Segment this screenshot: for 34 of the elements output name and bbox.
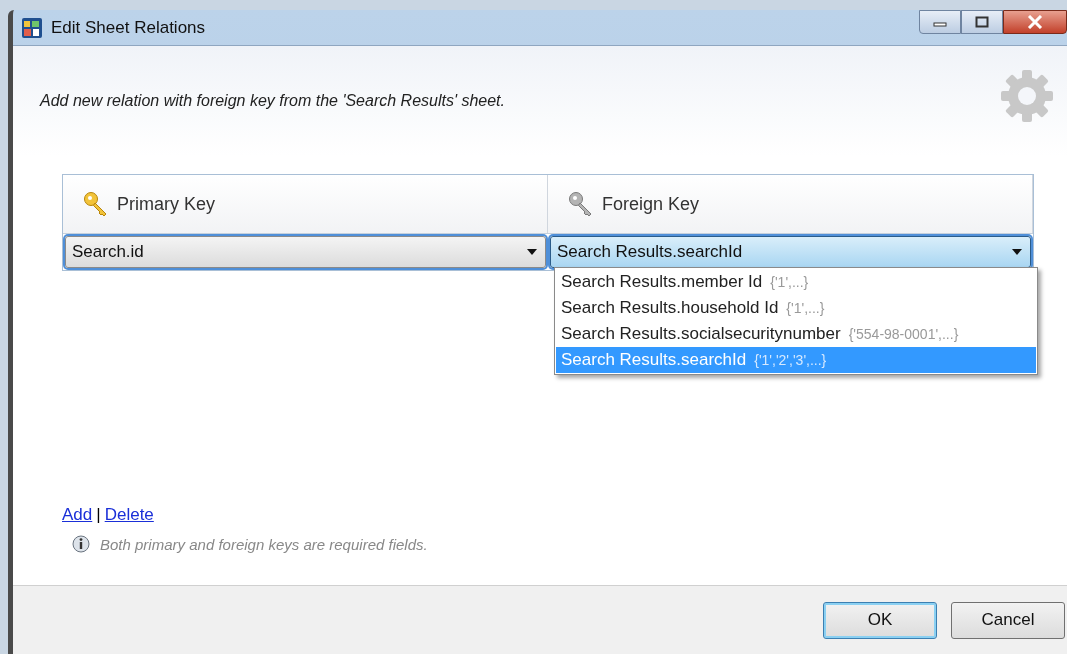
delete-link[interactable]: Delete bbox=[104, 505, 154, 525]
settings-icon bbox=[999, 68, 1055, 124]
close-button[interactable] bbox=[1003, 10, 1067, 34]
dropdown-option[interactable]: Search Results.socialsecuritynumber {'554-98-0001',...} bbox=[556, 321, 1036, 347]
sample-values: {'554-98-0001',...} bbox=[848, 325, 959, 344]
app-icon bbox=[21, 16, 43, 39]
option-label: Search Results.household Id bbox=[561, 297, 779, 319]
info-icon bbox=[72, 535, 90, 553]
caret-icon bbox=[527, 249, 537, 255]
key-icon bbox=[568, 191, 594, 217]
option-label: Search Results.member Id bbox=[561, 271, 763, 293]
window-title: Edit Sheet Relations bbox=[51, 17, 206, 38]
dropdown-field[interactable]: Search Results.searchId bbox=[550, 236, 1031, 268]
add-link[interactable]: Add bbox=[62, 505, 93, 525]
dropdown-option[interactable]: Search Results.member Id {'1',...} bbox=[556, 269, 1036, 295]
sample-values: {'1','2','3',...} bbox=[754, 351, 827, 370]
dialog-description: Add new relation with foreign key from the 'Search Results' sheet. bbox=[40, 92, 506, 110]
link-separator: | bbox=[96, 505, 101, 525]
maximize-icon bbox=[975, 16, 989, 28]
ok-button[interactable]: OK bbox=[823, 601, 937, 639]
sample-values: {'1',...} bbox=[770, 273, 809, 292]
dropdown-field[interactable]: Search.id bbox=[65, 236, 546, 268]
option-label: Search Results.socialsecuritynumber bbox=[561, 323, 841, 345]
close-icon bbox=[1027, 15, 1043, 29]
column-label: Primary Key bbox=[117, 193, 215, 215]
column-label: Foreign Key bbox=[602, 193, 700, 215]
maximize-button[interactable] bbox=[961, 10, 1003, 34]
option-label: Search Results.searchId bbox=[561, 349, 747, 371]
key-icon bbox=[83, 191, 109, 217]
cancel-button[interactable]: Cancel bbox=[951, 601, 1065, 639]
caret-icon bbox=[1012, 249, 1022, 255]
hint-text: Both primary and foreign keys are required fields. bbox=[100, 535, 428, 553]
sample-values: {'1',...} bbox=[786, 299, 825, 318]
dropdown-option[interactable]: Search Results.household Id {'1',...} bbox=[556, 295, 1036, 321]
